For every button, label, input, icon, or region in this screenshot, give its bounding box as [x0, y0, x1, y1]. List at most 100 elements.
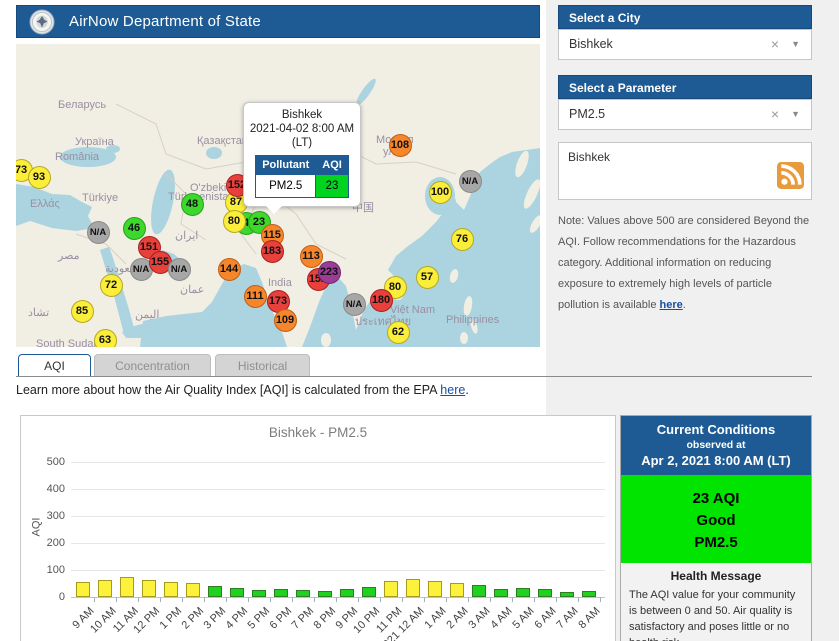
chart-bar[interactable]	[450, 583, 464, 597]
aqi-marker[interactable]: 63	[93, 328, 117, 347]
aqi-marker[interactable]: N/A	[342, 292, 366, 316]
feed-city-label: Bishkek	[568, 150, 611, 164]
tab-divider	[16, 376, 812, 377]
aqi-marker[interactable]: 100	[428, 180, 452, 204]
aqi-marker[interactable]: 223	[317, 260, 341, 284]
chart-bar[interactable]	[208, 586, 222, 597]
airnow-page: AirNow Department of State Беларусь Укра…	[0, 0, 839, 641]
aqi-marker[interactable]: N/A	[86, 220, 110, 244]
chart-bar[interactable]	[318, 591, 332, 597]
chart-x-tick-label: 2 PM	[179, 605, 207, 632]
chart-bar[interactable]	[538, 589, 552, 597]
chart-x-tick	[512, 597, 513, 602]
chart-bar[interactable]	[164, 582, 178, 597]
chart-bar[interactable]	[494, 589, 508, 597]
chart-bar[interactable]	[120, 577, 134, 597]
city-select-value: Bishkek	[569, 37, 613, 51]
chart-bar[interactable]	[428, 581, 442, 597]
chart-bar[interactable]	[98, 580, 112, 597]
chart-x-tick	[204, 597, 205, 602]
rss-feed-icon[interactable]	[777, 162, 804, 194]
aqi-marker[interactable]: 144	[217, 257, 241, 281]
aqi-world-map[interactable]: Беларусь Україна România Ελλάς Türkiye Қазақс…	[16, 44, 540, 347]
chart-bar[interactable]	[296, 590, 310, 597]
chart-x-tick	[402, 597, 403, 602]
city-caret-down-icon[interactable]: ▼	[791, 30, 800, 59]
chart-x-tick	[226, 597, 227, 602]
aqi-marker[interactable]: 57	[415, 265, 439, 289]
epa-link[interactable]: here	[440, 383, 465, 397]
aqi-marker[interactable]: 108	[388, 133, 412, 157]
tab-historical[interactable]: Historical	[215, 354, 310, 377]
city-select[interactable]: Bishkek × ▼	[558, 29, 812, 60]
aqi-marker[interactable]: 183	[260, 239, 284, 263]
chart-x-tick	[446, 597, 447, 602]
chart-x-tick	[556, 597, 557, 602]
aqi-bar-chart: Bishkek - PM2.5 AQI 0 100 200 300 400 500 9 AM…	[20, 415, 616, 641]
chart-x-tick	[424, 597, 425, 602]
chart-x-tick	[314, 597, 315, 602]
aqi-marker[interactable]: 85	[70, 299, 94, 323]
chart-bar[interactable]	[384, 581, 398, 597]
aqi-marker[interactable]: 62	[386, 320, 410, 344]
aqi-marker[interactable]: 72	[99, 273, 123, 297]
popup-pollutant-value: PM2.5	[255, 174, 317, 198]
popup-timezone: (LT)	[291, 137, 313, 149]
aqi-marker[interactable]: 111	[243, 284, 267, 308]
aqi-marker[interactable]: 109	[273, 308, 297, 332]
chart-x-tick	[380, 597, 381, 602]
current-conditions-header: Current Conditions observed at Apr 2, 20…	[621, 416, 811, 475]
chart-bar[interactable]	[274, 589, 288, 597]
chart-gridline	[71, 543, 605, 544]
map-label: تشاد	[28, 307, 50, 319]
tab-aqi[interactable]: AQI	[18, 354, 91, 377]
chart-bar[interactable]	[230, 588, 244, 597]
tab-concentration[interactable]: Concentration	[94, 354, 211, 377]
parameter-caret-down-icon[interactable]: ▼	[791, 100, 800, 129]
parameter-clear-icon[interactable]: ×	[771, 100, 779, 129]
aqi-marker[interactable]: 93	[27, 165, 51, 189]
chart-bar[interactable]	[362, 587, 376, 597]
aqi-marker[interactable]: 113	[299, 244, 323, 268]
chart-bar[interactable]	[186, 583, 200, 597]
aqi-marker[interactable]: 76	[450, 227, 474, 251]
aqi-marker[interactable]: 48	[180, 192, 204, 216]
chart-x-tick-label: 4 PM	[223, 605, 251, 632]
chart-x-tick	[182, 597, 183, 602]
map-label: مصر	[58, 250, 80, 262]
chart-bar[interactable]	[142, 580, 156, 597]
chart-bar[interactable]	[516, 588, 530, 597]
learn-more-suffix: .	[465, 383, 469, 397]
city-clear-icon[interactable]: ×	[771, 30, 779, 59]
popup-aqi-table: Pollutant AQI PM2.5 23	[255, 155, 349, 198]
aqi-marker[interactable]: N/A	[167, 257, 191, 281]
chart-bar[interactable]	[406, 579, 420, 597]
aqi-marker[interactable]: 80	[222, 209, 246, 233]
chart-bar[interactable]	[252, 590, 266, 597]
chart-bar[interactable]	[76, 582, 90, 597]
cc-observed-label: observed at	[686, 439, 746, 451]
chart-bar[interactable]	[340, 589, 354, 597]
map-label: Philippines	[446, 314, 500, 326]
parameter-select[interactable]: PM2.5 × ▼	[558, 99, 812, 130]
cc-health-header: Health Message	[670, 569, 762, 583]
chart-x-tick-label: 7 AM	[554, 605, 581, 632]
chart-x-tick	[138, 597, 139, 602]
map-label: عمان	[180, 284, 205, 296]
map-label: ايران	[175, 230, 199, 242]
chart-bar[interactable]	[472, 585, 486, 597]
chart-x-tick	[534, 597, 535, 602]
chart-x-tick	[358, 597, 359, 602]
note-here-link[interactable]: here	[660, 299, 683, 311]
chart-y-tick-label: 0	[58, 591, 65, 603]
chart-gridline	[71, 516, 605, 517]
chart-bar[interactable]	[560, 592, 574, 597]
aqi-marker[interactable]: 180	[369, 288, 393, 312]
chart-x-tick-label: 1 PM	[157, 605, 185, 632]
chart-y-tick-label: 400	[46, 483, 65, 495]
learn-more-body: Learn more about how the Air Quality Ind…	[16, 383, 441, 397]
aqi-marker[interactable]: N/A	[458, 169, 482, 193]
cc-parameter: PM2.5	[694, 534, 738, 551]
chart-bar[interactable]	[582, 591, 596, 597]
aqi-marker[interactable]: 46	[122, 216, 146, 240]
